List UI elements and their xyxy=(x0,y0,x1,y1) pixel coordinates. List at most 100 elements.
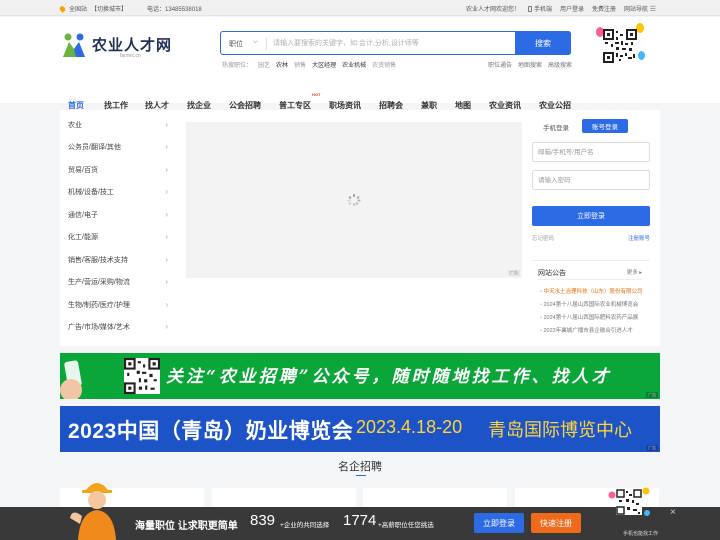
hot-item[interactable]: 园艺 xyxy=(258,60,270,69)
menu-icon: ☰ xyxy=(649,6,656,13)
chevron-right-icon: › xyxy=(165,210,168,219)
category-label: 贸易/百货 xyxy=(68,167,98,174)
category-item[interactable]: 通信/电子 › xyxy=(68,210,168,232)
person-illustration xyxy=(70,483,116,540)
category-label: 通信/电子 xyxy=(68,212,98,219)
loading-spinner-icon xyxy=(347,194,361,206)
map-search-link[interactable]: 地图搜索 xyxy=(518,60,542,69)
login-submit-button[interactable]: 立即登录 xyxy=(532,206,650,226)
chevron-right-icon: › xyxy=(165,277,168,286)
category-label: 销售/客服/技术支持 xyxy=(68,257,128,264)
chevron-right-icon: › xyxy=(165,300,168,309)
category-item[interactable]: 销售/客服/技术支持 › xyxy=(68,255,168,277)
chevron-right-icon: › xyxy=(165,187,168,196)
mobile-icon xyxy=(527,6,532,12)
job-notice-link[interactable]: 职位通告 xyxy=(488,60,512,69)
mobile-link[interactable]: 手机端 xyxy=(527,4,552,13)
notice-item[interactable]: 2023年襄城广播市县企融合引进人才 xyxy=(540,326,646,334)
header: 农业人才网 farmrc.cn 职位 ⌵ 搜索 热搜职位： 园艺 农林 销售 大… xyxy=(0,17,720,116)
register-account-link[interactable]: 注册账号 xyxy=(628,234,650,242)
search-quicklinks: 职位通告 地图搜索 高级搜索 xyxy=(488,60,572,69)
chevron-right-icon: › xyxy=(165,142,168,151)
password-input[interactable] xyxy=(533,171,649,189)
username-input[interactable] xyxy=(533,143,649,161)
expo-date: 2023.4.18-20 xyxy=(356,417,463,437)
category-label: 化工/能源 xyxy=(68,234,98,241)
hand-image xyxy=(60,379,82,399)
notice-more-link[interactable]: 更多 ▸ xyxy=(627,268,642,276)
wechat-ad-banner[interactable]: 关注“农业招聘”公众号，随时随地找工作、找人才 广告 xyxy=(60,353,660,399)
main-panel: 农业 › 公务员/翻译/其他 › 贸易/百货 › 机械/设备/技工 › 通信/电子 › 化… xyxy=(60,110,660,346)
category-label: 广告/市场/媒体/艺术 xyxy=(68,324,130,331)
qr-caption: 手机也能找工作 xyxy=(623,531,659,537)
expo-title: 2023中国（青岛）奶业博览会 xyxy=(68,420,354,443)
category-label: 生物/制药/医疗/护理 xyxy=(68,302,130,309)
username-field xyxy=(532,142,650,162)
site-notice: 网站公告 更多 ▸ 中天水土治理科技（山东）股份有限公司 2024第十八届山西国… xyxy=(532,260,650,340)
notice-item[interactable]: 2024第十八届山西国际肥料农药产品展 xyxy=(540,313,646,321)
header-qr-code xyxy=(596,21,645,69)
hot-item[interactable]: 农资销售 xyxy=(372,60,396,69)
company-count-label: +企业的共同选择 xyxy=(280,522,330,529)
category-item[interactable]: 公务员/翻译/其他 › xyxy=(68,142,168,164)
login-panel: 手机登录 账号登录 立即登录 忘记密码 注册账号 xyxy=(532,118,650,242)
location-group: 全国站 【切换城市】 电话：13485538018 xyxy=(58,4,202,13)
balloon-icon xyxy=(638,51,645,60)
category-item[interactable]: 农业 › xyxy=(68,120,168,142)
notice-item[interactable]: 中天水土治理科技（山东）股份有限公司 xyxy=(540,287,646,295)
hot-item[interactable]: 农业机械 xyxy=(342,60,366,69)
category-item[interactable]: 广告/市场/媒体/艺术 › xyxy=(68,322,168,344)
carousel-banner[interactable]: 广告 xyxy=(186,122,522,278)
hot-item[interactable]: 农林 xyxy=(276,60,288,69)
category-label: 公务员/翻译/其他 xyxy=(68,144,121,151)
notice-divider xyxy=(538,279,642,280)
close-icon[interactable]: × xyxy=(670,507,676,518)
search-button[interactable]: 搜索 xyxy=(515,31,571,55)
phone-number: 电话：13485538018 xyxy=(147,7,202,13)
tab-account-login[interactable]: 账号登录 xyxy=(582,119,628,133)
user-login-link[interactable]: 用户登录 xyxy=(560,4,584,13)
notice-title: 网站公告 xyxy=(538,270,566,277)
category-item[interactable]: 贸易/百货 › xyxy=(68,165,168,187)
search-input[interactable] xyxy=(273,36,513,50)
logo-title: 农业人才网 xyxy=(92,38,173,54)
wechat-qr-code xyxy=(124,358,160,394)
chevron-right-icon: › xyxy=(165,165,168,174)
site-logo[interactable]: 农业人才网 farmrc.cn xyxy=(60,31,173,63)
hot-badge: HOT xyxy=(312,92,321,97)
chevron-right-icon: › xyxy=(165,322,168,331)
notice-item[interactable]: 2024第十八届山西国际农业机械博览会 xyxy=(540,300,646,308)
category-label: 生产/营运/采购/物流 xyxy=(68,279,130,286)
category-item[interactable]: 化工/能源 › xyxy=(68,232,168,254)
chevron-down-icon[interactable]: ⌵ xyxy=(253,39,258,46)
category-item[interactable]: 机械/设备/技工 › xyxy=(68,187,168,209)
promo-register-button[interactable]: 快速注册 xyxy=(531,513,581,533)
password-field xyxy=(532,170,650,190)
category-item[interactable]: 生产/营运/采购/物流 › xyxy=(68,277,168,299)
chevron-right-icon: › xyxy=(165,255,168,264)
hot-item[interactable]: 大区经理 xyxy=(312,60,336,69)
location-label: 全国站 xyxy=(69,7,88,13)
notice-more-label: 更多 xyxy=(626,270,638,276)
dairy-expo-ad-banner[interactable]: 2023中国（青岛）奶业博览会 2023.4.18-20 青岛国际博览中心 广告 xyxy=(60,406,660,452)
ad-tag: 广告 xyxy=(646,392,658,398)
forgot-password-link[interactable]: 忘记密码 xyxy=(532,234,554,242)
advanced-search-link[interactable]: 高级搜索 xyxy=(548,60,572,69)
tab-mobile-login[interactable]: 手机登录 xyxy=(534,120,578,133)
site-nav-link[interactable]: 网站导航 ☰ xyxy=(624,4,656,13)
search-category-select[interactable]: 职位 xyxy=(229,39,243,49)
hot-item[interactable]: 销售 xyxy=(294,60,306,69)
category-item[interactable]: 生物/制药/医疗/护理 › xyxy=(68,300,168,322)
balloon-icon xyxy=(636,23,644,33)
search-divider xyxy=(266,38,267,50)
chevron-right-icon: › xyxy=(165,232,168,241)
chevron-right-icon: ▸ xyxy=(639,270,642,276)
switch-city-link[interactable]: 【切换城市】 xyxy=(91,4,127,13)
hot-label: 热搜职位： xyxy=(222,63,253,69)
bottom-qr-code xyxy=(608,487,650,516)
promo-login-button[interactable]: 立即登录 xyxy=(474,513,524,533)
ad-slogan: 关注“农业招聘”公众号，随时随地找工作、找人才 xyxy=(166,367,612,387)
job-count-label: +高薪职位任您挑选 xyxy=(378,522,434,529)
search-bar: 职位 ⌵ 搜索 xyxy=(220,31,571,55)
free-register-link[interactable]: 免费注册 xyxy=(592,4,616,13)
